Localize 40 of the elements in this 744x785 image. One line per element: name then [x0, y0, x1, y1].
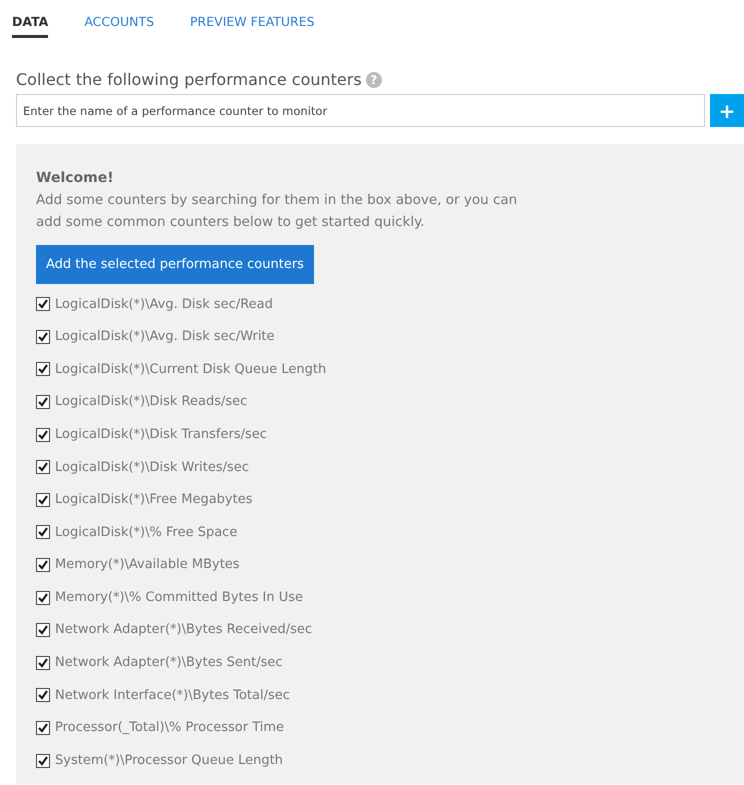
welcome-title: Welcome! — [36, 169, 115, 188]
tab[interactable]: DATA — [12, 10, 48, 38]
checkbox[interactable] — [36, 330, 50, 344]
counter-label: Memory(*)\% Committed Bytes In Use — [55, 588, 304, 607]
counter-label: LogicalDisk(*)\Avg. Disk sec/Read — [55, 296, 273, 314]
checkbox[interactable] — [36, 688, 50, 702]
counter-label: Network Adapter(*)\Bytes Received/sec — [55, 621, 312, 640]
welcome-text: Add some counters by searching for them in the box above, or you can — [36, 191, 518, 210]
counter-label: LogicalDisk(*)\Disk Transfers/sec — [55, 426, 267, 444]
counter-label: LogicalDisk(*)\% Free Space — [55, 524, 238, 542]
checkbox[interactable] — [36, 754, 50, 768]
checkbox[interactable] — [36, 460, 50, 474]
tab[interactable]: PREVIEW FEATURES — [190, 10, 315, 38]
checkbox[interactable] — [36, 395, 50, 410]
checkbox[interactable] — [36, 362, 50, 376]
checkbox[interactable] — [36, 492, 50, 507]
counter-label: LogicalDisk(*)\Avg. Disk sec/Write — [55, 328, 275, 346]
counter-label: Network Adapter(*)\Bytes Sent/sec — [55, 654, 283, 672]
counter-label: LogicalDisk(*)\Disk Writes/sec — [55, 458, 249, 477]
tab[interactable]: ACCOUNTS — [84, 10, 154, 38]
counter-label: LogicalDisk(*)\Current Disk Queue Length — [55, 360, 326, 379]
checkbox[interactable] — [36, 623, 50, 638]
checkbox[interactable] — [36, 590, 50, 605]
add-button[interactable]: + — [710, 94, 744, 127]
checkbox[interactable] — [36, 656, 50, 670]
checkbox[interactable] — [36, 428, 50, 442]
section-heading: Collect the following performance counters — [16, 69, 362, 91]
counter-label: Network Interface(*)\Bytes Total/sec — [55, 686, 290, 705]
search-field[interactable]: Enter the name of a performance counter to monitor — [16, 94, 705, 127]
checkbox[interactable] — [36, 558, 50, 572]
checkbox[interactable] — [36, 297, 50, 312]
add-counters-button[interactable]: Add the selected performance counters — [36, 245, 314, 284]
welcome-text: add some common counters below to get started quickly. — [36, 213, 426, 232]
checkbox[interactable] — [36, 525, 50, 540]
counter-label: Memory(*)\Available MBytes — [55, 556, 240, 574]
counter-label: Processor(_Total)\% Processor Time — [55, 719, 284, 738]
checkbox[interactable] — [36, 721, 50, 736]
counter-label: LogicalDisk(*)\Free Megabytes — [55, 491, 252, 510]
counter-label: System(*)\Processor Queue Length — [55, 752, 283, 770]
counter-label: LogicalDisk(*)\Disk Reads/sec — [55, 393, 248, 412]
